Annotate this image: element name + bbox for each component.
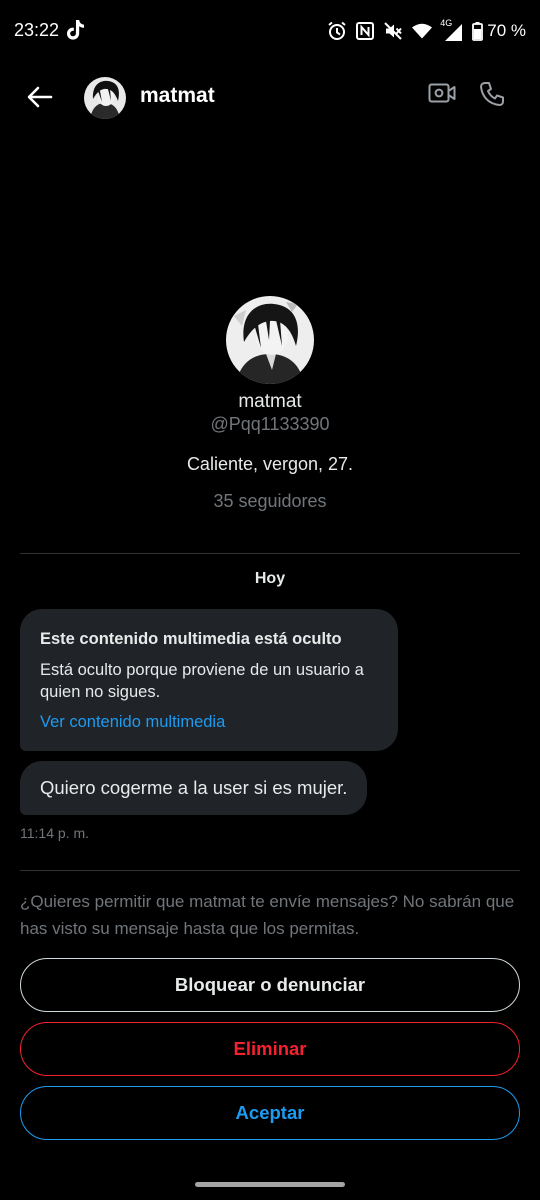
battery-icon: [472, 21, 484, 41]
message-text: Quiero cogerme a la user si es mujer.: [40, 777, 348, 798]
conversation-header: matmat: [0, 64, 540, 132]
dm-request-screen: 23:22 4G 70 % matmat matmat @Pqq1133390 …: [0, 0, 540, 1200]
status-bar: 23:22 4G 70 %: [0, 0, 540, 64]
mute-icon: [383, 21, 403, 41]
alarm-icon: [327, 21, 347, 41]
date-label: Hoy: [254, 570, 286, 587]
accept-button[interactable]: Aceptar: [20, 1086, 520, 1140]
message-timestamp: 11:14 p. m.: [20, 825, 90, 841]
profile-bio: Caliente, vergon, 27.: [186, 454, 354, 474]
profile-divider: [20, 553, 520, 554]
view-media-link[interactable]: Ver contenido multimedia: [40, 711, 378, 733]
profile-followers[interactable]: 35 seguidores: [0, 491, 540, 512]
back-button[interactable]: [22, 81, 58, 117]
hidden-media-bubble: Este contenido multimedia está oculto Es…: [20, 609, 398, 751]
video-call-button[interactable]: [428, 82, 464, 114]
accept-label: Aceptar: [235, 1102, 305, 1123]
profile-avatar[interactable]: [226, 296, 314, 384]
signal-icon: 4G: [440, 18, 463, 42]
home-indicator[interactable]: [195, 1182, 345, 1187]
delete-label: Eliminar: [233, 1038, 307, 1059]
tiktok-icon: [66, 19, 86, 41]
profile-name: matmat: [238, 391, 302, 412]
message-bubble[interactable]: Quiero cogerme a la user si es mujer.: [20, 761, 368, 815]
nfc-icon: [356, 22, 375, 40]
video-camera-icon: [428, 83, 456, 108]
message-request-text: ¿Quieres permitir que matmat te envíe me…: [20, 892, 515, 938]
hidden-media-description: Está oculto porque proviene de un usuari…: [40, 661, 364, 701]
status-icons: 4G 70 %: [327, 18, 526, 44]
delete-button[interactable]: Eliminar: [20, 1022, 520, 1076]
header-avatar[interactable]: [84, 77, 126, 119]
hidden-media-title: Este contenido multimedia está oculto: [40, 630, 342, 648]
phone-call-button[interactable]: [478, 80, 512, 114]
header-name[interactable]: matmat: [140, 84, 215, 108]
battery-percentage: 70 %: [487, 21, 526, 40]
request-divider: [20, 870, 520, 871]
wifi-icon: [412, 23, 433, 39]
back-arrow-icon: [27, 86, 53, 113]
status-time: 23:22: [14, 20, 60, 40]
phone-icon: [478, 82, 506, 112]
profile-handle: @Pqq1133390: [210, 414, 330, 434]
block-report-label: Bloquear o denunciar: [174, 974, 366, 995]
block-report-button[interactable]: Bloquear o denunciar: [20, 958, 520, 1012]
